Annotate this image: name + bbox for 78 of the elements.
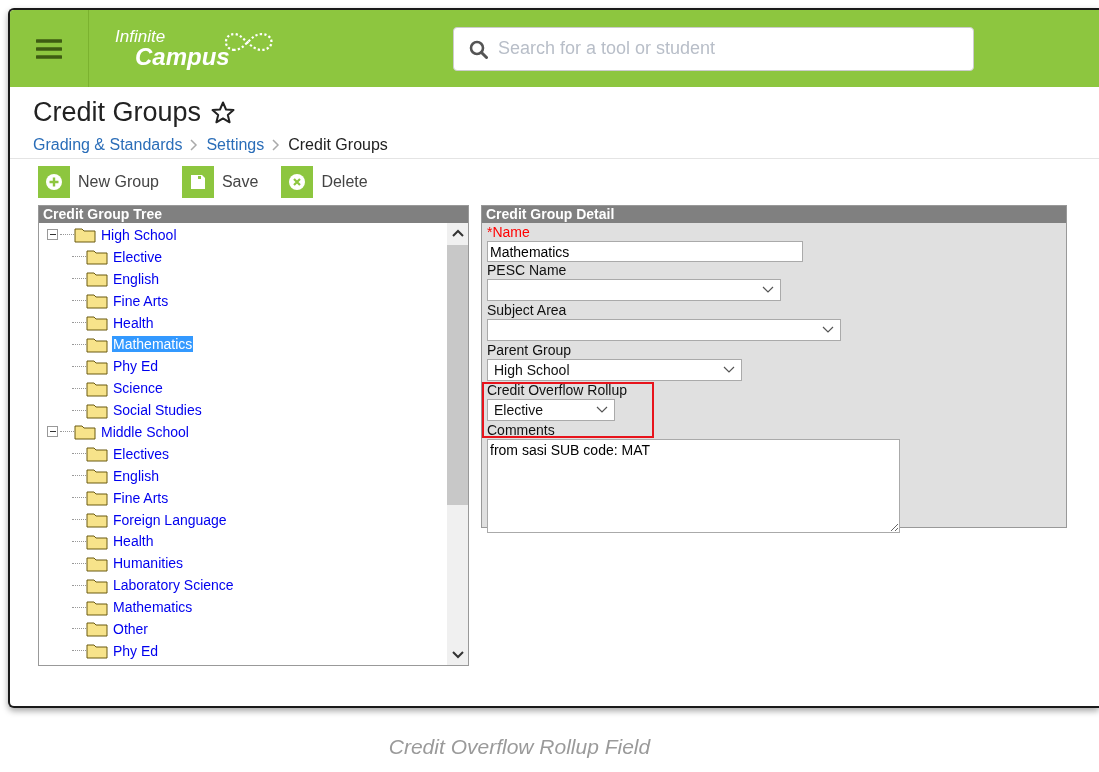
- chevron-down-icon: [596, 406, 608, 414]
- folder-icon: [86, 467, 108, 485]
- star-icon[interactable]: [211, 101, 236, 124]
- folder-icon: [86, 620, 108, 638]
- tree-item[interactable]: Electives: [112, 445, 171, 462]
- field-label: Credit Overflow Rollup: [487, 382, 628, 399]
- toolbar-button[interactable]: Delete: [281, 165, 368, 199]
- folder-icon: [86, 314, 108, 331]
- search-field[interactable]: Search for a tool or student: [453, 26, 974, 71]
- chevron-down-icon: [822, 326, 834, 334]
- panel-title: Credit Group Detail: [482, 206, 1066, 223]
- breadcrumb-link[interactable]: Grading & Standards: [33, 136, 183, 154]
- search-icon: [469, 39, 488, 59]
- field-label: *Name: [487, 224, 530, 241]
- tree-item[interactable]: Humanities: [112, 555, 185, 572]
- chevron-down-icon: [762, 286, 774, 294]
- tree-item[interactable]: Phy Ed: [112, 358, 160, 375]
- folder-icon: [86, 401, 108, 419]
- tree-item[interactable]: Fine Arts: [112, 292, 170, 309]
- field-label: PESC Name: [487, 262, 567, 279]
- toolbar-button[interactable]: Save: [181, 165, 259, 199]
- chevron-down-icon[interactable]: [451, 651, 464, 659]
- close-circle-icon: [288, 173, 307, 191]
- plus-circle-icon: [45, 173, 63, 191]
- dropdown[interactable]: High School: [487, 359, 742, 381]
- figure-caption: Credit Overflow Rollup Field: [387, 735, 652, 759]
- tree-item[interactable]: Other: [112, 620, 149, 637]
- tree-item[interactable]: Elective: [112, 248, 164, 265]
- folder-icon: [86, 379, 108, 397]
- tree-item[interactable]: Middle School: [100, 423, 190, 440]
- tree-item[interactable]: High School: [100, 226, 178, 243]
- folder-icon: [86, 335, 108, 353]
- breadcrumb-link[interactable]: Settings: [206, 136, 265, 154]
- tree-item[interactable]: English: [112, 270, 160, 287]
- toolbar-button[interactable]: New Group: [38, 165, 159, 199]
- tree-item[interactable]: Fine Arts: [112, 489, 170, 506]
- tree-item[interactable]: Health: [112, 314, 155, 331]
- collapse-toggle[interactable]: [47, 229, 58, 241]
- folder-icon: [86, 248, 108, 266]
- scrollbar[interactable]: [447, 223, 468, 665]
- dropdown[interactable]: Elective: [487, 399, 615, 421]
- folder-icon: [86, 598, 108, 616]
- menu-icon[interactable]: [36, 37, 62, 60]
- folder-icon: [86, 357, 108, 375]
- tree-item[interactable]: Phy Ed: [112, 642, 160, 659]
- chevron-right-icon: [190, 139, 199, 151]
- tree-item[interactable]: Laboratory Science: [112, 577, 235, 594]
- tree-item[interactable]: Health: [112, 533, 155, 550]
- folder-icon: [86, 532, 108, 550]
- folder-icon: [86, 642, 108, 660]
- panel-title: Credit Group Tree: [39, 206, 468, 223]
- tree-item[interactable]: English: [112, 467, 160, 484]
- tree-item[interactable]: Mathematics: [112, 599, 194, 616]
- logo-text: Infinite: [115, 28, 167, 45]
- chevron-up-icon[interactable]: [451, 229, 464, 237]
- folder-icon: [86, 576, 108, 594]
- tree-item[interactable]: Science: [112, 380, 164, 397]
- comments-field[interactable]: from sasi SUB code: MAT: [487, 439, 900, 533]
- chevron-down-icon: [723, 366, 735, 374]
- folder-icon: [86, 489, 108, 507]
- folder-icon: [86, 445, 108, 463]
- chevron-right-icon: [272, 139, 281, 151]
- folder-icon: [86, 270, 108, 288]
- breadcrumb-current: Credit Groups: [288, 136, 388, 154]
- name-field[interactable]: Mathematics: [487, 241, 803, 262]
- folder-icon: [74, 423, 96, 441]
- field-label: Subject Area: [487, 302, 567, 319]
- folder-icon: [86, 554, 108, 572]
- field-label: Comments: [487, 422, 555, 439]
- folder-icon: [86, 511, 108, 528]
- logo-text: Campus: [135, 45, 230, 69]
- tree-item[interactable]: Foreign Language: [112, 511, 228, 528]
- collapse-toggle[interactable]: [47, 426, 58, 438]
- folder-icon: [86, 292, 108, 310]
- page-title: Credit Groups: [33, 97, 202, 128]
- tree-item[interactable]: Social Studies: [112, 402, 203, 419]
- folder-icon: [74, 226, 96, 244]
- field-label: Parent Group: [487, 342, 572, 359]
